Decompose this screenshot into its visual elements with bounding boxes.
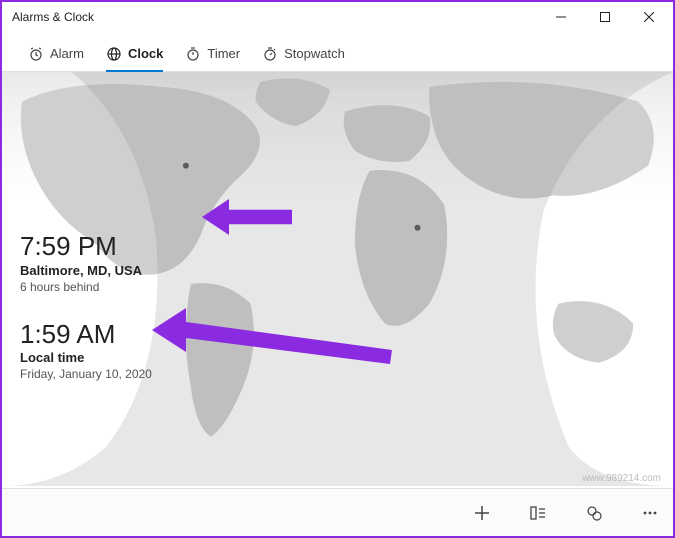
tab-alarm[interactable]: Alarm <box>28 32 84 71</box>
tab-clock[interactable]: Clock <box>106 32 163 71</box>
tab-timer[interactable]: Timer <box>185 32 240 71</box>
tab-label: Alarm <box>50 46 84 61</box>
remote-clock[interactable]: 7:59 PM Baltimore, MD, USA 6 hours behin… <box>20 232 152 294</box>
world-map[interactable]: 7:59 PM Baltimore, MD, USA 6 hours behin… <box>2 72 673 486</box>
tab-bar: Alarm Clock Timer Stopwatch <box>2 32 673 72</box>
close-button[interactable] <box>627 2 671 32</box>
remote-offset: 6 hours behind <box>20 280 152 294</box>
watermark: www.989214.com <box>582 473 661 484</box>
minimize-button[interactable] <box>539 2 583 32</box>
compare-button[interactable] <box>523 498 553 528</box>
remote-location: Baltimore, MD, USA <box>20 263 152 278</box>
map-pin-baltimore[interactable] <box>183 163 189 169</box>
tab-label: Stopwatch <box>284 46 345 61</box>
world-clock-icon <box>106 46 122 62</box>
add-clock-button[interactable] <box>467 498 497 528</box>
local-time: 1:59 AM <box>20 320 152 349</box>
local-clock[interactable]: 1:59 AM Local time Friday, January 10, 2… <box>20 320 152 382</box>
select-clocks-button[interactable] <box>579 498 609 528</box>
window-title: Alarms & Clock <box>12 10 94 24</box>
tab-label: Timer <box>207 46 240 61</box>
tab-stopwatch[interactable]: Stopwatch <box>262 32 345 71</box>
maximize-button[interactable] <box>583 2 627 32</box>
command-bar <box>2 488 673 536</box>
alarm-icon <box>28 46 44 62</box>
local-date: Friday, January 10, 2020 <box>20 367 152 381</box>
more-button[interactable] <box>635 498 665 528</box>
timer-icon <box>185 46 201 62</box>
stopwatch-icon <box>262 46 278 62</box>
remote-time: 7:59 PM <box>20 232 152 261</box>
annotation-arrow-icon <box>152 302 392 372</box>
tab-label: Clock <box>128 46 163 61</box>
local-label: Local time <box>20 350 152 365</box>
annotation-arrow-icon <box>202 192 292 242</box>
map-pin-local[interactable] <box>415 225 421 231</box>
